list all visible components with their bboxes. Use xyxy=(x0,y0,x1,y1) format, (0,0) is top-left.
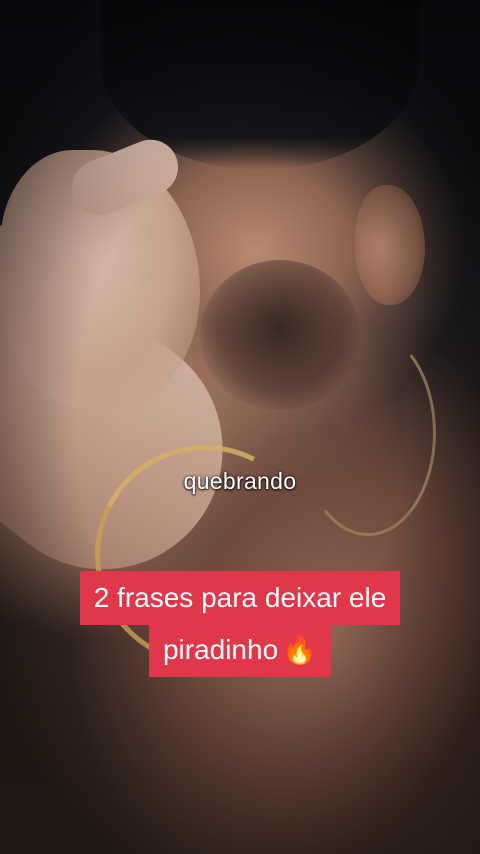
necklace-shape xyxy=(300,330,436,536)
subtitle-text: quebrando xyxy=(183,468,297,494)
fire-icon: 🔥 xyxy=(282,633,318,666)
caption-line-2-text: piradinho xyxy=(162,634,279,665)
video-frame[interactable]: quebrando 2 frases para deixar ele pirad… xyxy=(0,0,480,854)
caption-box: 2 frases para deixar ele piradinho 🔥 xyxy=(0,571,480,677)
ear-shape xyxy=(355,185,425,305)
caption-line-1: 2 frases para deixar ele xyxy=(79,571,401,625)
caption-line-2: piradinho 🔥 xyxy=(148,623,332,677)
